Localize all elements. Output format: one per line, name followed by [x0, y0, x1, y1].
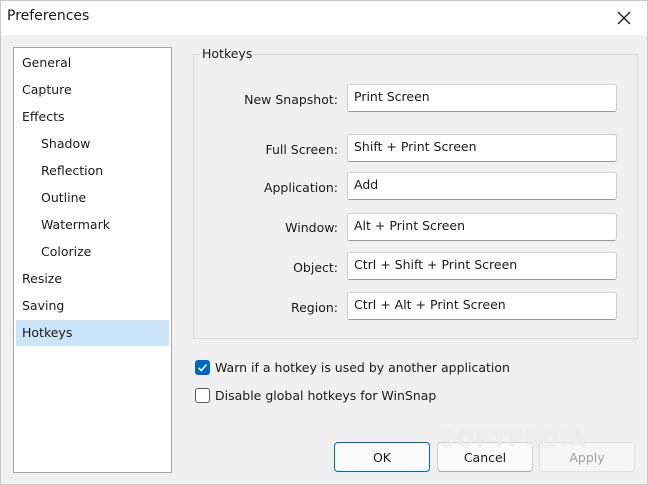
nav-item-general[interactable]: General	[16, 50, 169, 76]
hotkeys-group-title: Hotkeys	[200, 46, 255, 61]
preferences-window: Preferences General Capture Effects Shad…	[0, 0, 648, 485]
window-hotkey-input[interactable]: Alt + Print Screen	[347, 213, 617, 241]
nav-item-outline[interactable]: Outline	[16, 185, 169, 211]
nav-item-colorize[interactable]: Colorize	[16, 239, 169, 265]
checkmark-icon	[197, 363, 208, 372]
warn-conflict-option[interactable]: Warn if a hotkey is used by another appl…	[195, 358, 510, 376]
close-icon	[617, 11, 631, 24]
category-list[interactable]: General Capture Effects Shadow Reflectio…	[13, 47, 172, 473]
window-label: Window:	[285, 220, 338, 235]
application-label: Application:	[263, 180, 338, 195]
full-screen-hotkey-input[interactable]: Shift + Print Screen	[347, 134, 617, 162]
nav-item-watermark[interactable]: Watermark	[16, 212, 169, 238]
disable-global-hotkeys-option[interactable]: Disable global hotkeys for WinSnap	[195, 386, 436, 404]
nav-item-hotkeys[interactable]: Hotkeys	[16, 320, 169, 346]
new-snapshot-hotkey-input[interactable]: Print Screen	[347, 84, 617, 112]
title-bar: Preferences	[1, 1, 647, 35]
nav-item-saving[interactable]: Saving	[16, 293, 169, 319]
disable-global-hotkeys-label: Disable global hotkeys for WinSnap	[215, 387, 437, 403]
nav-item-resize[interactable]: Resize	[16, 266, 169, 292]
warn-conflict-checkbox[interactable]	[195, 359, 210, 375]
cancel-button[interactable]: Cancel	[437, 442, 533, 472]
nav-item-shadow[interactable]: Shadow	[16, 131, 169, 157]
window-title: Preferences	[7, 8, 90, 24]
nav-item-effects[interactable]: Effects	[16, 104, 169, 130]
nav-item-capture[interactable]: Capture	[16, 77, 169, 103]
region-label: Region:	[290, 300, 338, 315]
application-hotkey-input[interactable]: Add	[347, 172, 617, 200]
ok-button[interactable]: OK	[334, 442, 430, 472]
warn-conflict-label: Warn if a hotkey is used by another appl…	[215, 359, 510, 375]
close-button[interactable]	[601, 1, 647, 34]
new-snapshot-label: New Snapshot:	[244, 92, 338, 107]
nav-item-reflection[interactable]: Reflection	[16, 158, 169, 184]
region-hotkey-input[interactable]: Ctrl + Alt + Print Screen	[347, 292, 617, 320]
object-label: Object:	[293, 260, 338, 275]
full-screen-label: Full Screen:	[265, 142, 338, 157]
object-hotkey-input[interactable]: Ctrl + Shift + Print Screen	[347, 252, 617, 280]
apply-button[interactable]: Apply	[539, 442, 635, 472]
disable-global-hotkeys-checkbox[interactable]	[195, 387, 210, 403]
